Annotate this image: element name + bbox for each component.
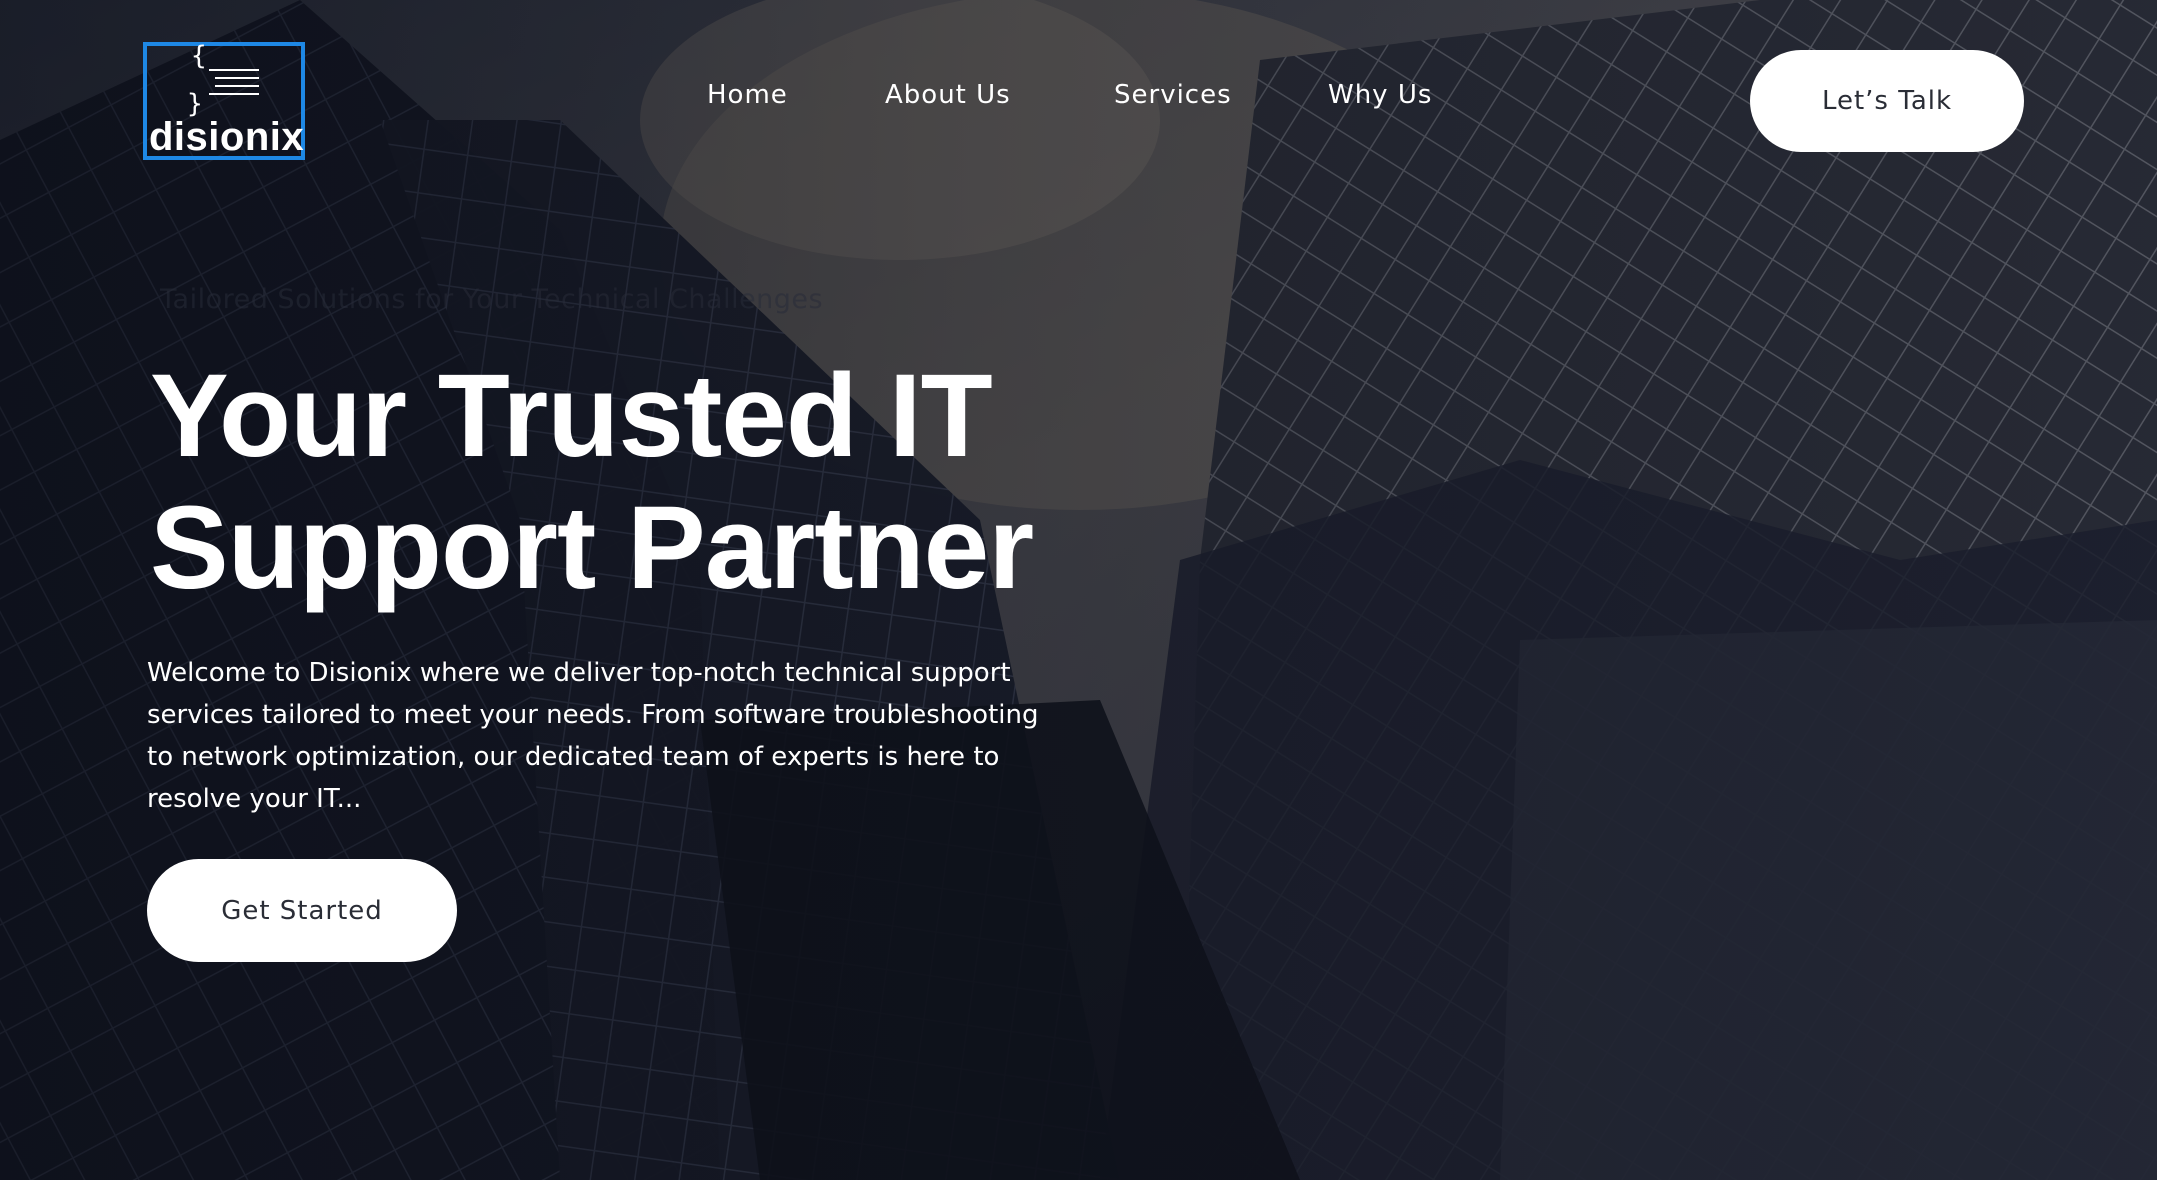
nav-link-why-us[interactable]: Why Us xyxy=(1328,80,1432,110)
brand-logo[interactable]: { } disionix xyxy=(143,42,305,160)
logo-wordmark: disionix xyxy=(149,115,305,159)
hero-section: { } disionix Home About Us Services Why … xyxy=(0,0,2157,1180)
hero-tagline: Tailored Solutions for Your Technical Ch… xyxy=(160,284,824,315)
nav-link-home[interactable]: Home xyxy=(707,80,788,110)
hero-headline-line-2: Support Partner xyxy=(150,482,1034,614)
hero-description: Welcome to Disionix where we deliver top… xyxy=(147,658,1039,814)
hero-headline-line-1: Your Trusted IT xyxy=(150,350,993,482)
logo-brace-bottom: } xyxy=(187,89,203,119)
nav-link-services[interactable]: Services xyxy=(1114,80,1232,110)
code-lines-icon xyxy=(209,69,259,95)
get-started-button[interactable]: Get Started xyxy=(147,859,457,962)
lets-talk-button[interactable]: Let’s Talk xyxy=(1750,50,2024,152)
hero-headline: Your Trusted IT Support Partner xyxy=(150,350,1034,614)
nav-link-about-us[interactable]: About Us xyxy=(885,80,1011,110)
